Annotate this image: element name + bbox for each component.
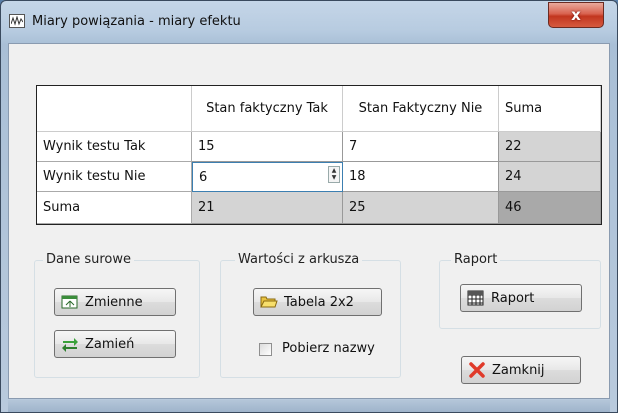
table-2x2-label: Tabela 2x2 [284, 294, 354, 310]
variables-label: Zmienne [85, 294, 143, 310]
close-icon: x [571, 6, 581, 24]
report-group: Raport Raport [439, 252, 601, 329]
close-dialog-button[interactable]: Zamknij [461, 356, 581, 384]
table-cell-input[interactable]: 18 [343, 162, 499, 192]
swap-label: Zamień [85, 336, 135, 352]
group-label: Wartości z arkusza [235, 252, 363, 267]
raw-data-group: Dane surowe Zmienne Zamień [34, 252, 200, 378]
spinner-control[interactable]: ▲ ▼ [328, 166, 340, 183]
cell-value[interactable]: 6 [199, 170, 207, 185]
row-sum-cell: 24 [499, 162, 601, 192]
row-sum-cell: 22 [499, 132, 601, 162]
dialog-window: Miary powiązania - miary efektu x Stan f… [0, 0, 618, 413]
report-label: Raport [491, 290, 535, 306]
spin-down-icon[interactable]: ▼ [329, 174, 339, 181]
title-bar[interactable]: Miary powiązania - miary efektu x [1, 1, 617, 43]
column-header: Stan faktyczny Tak [192, 86, 343, 132]
row-header: Wynik testu Nie [37, 162, 192, 192]
table-cell-input[interactable]: 7 [343, 132, 499, 162]
window-title: Miary powiązania - miary efektu [32, 14, 241, 29]
dialog-body: Stan faktyczny Tak Stan Faktyczny Nie Su… [8, 43, 610, 399]
app-icon [9, 14, 25, 28]
grid-table-icon [467, 290, 484, 306]
variables-button[interactable]: Zmienne [54, 288, 176, 316]
group-label: Raport [451, 252, 501, 267]
table-corner-cell [37, 86, 192, 132]
group-label: Dane surowe [43, 252, 135, 267]
fetch-names-label[interactable]: Pobierz nazwy [282, 341, 375, 356]
report-button[interactable]: Raport [460, 284, 582, 312]
column-header: Suma [499, 86, 601, 132]
row-header: Wynik testu Tak [37, 132, 192, 162]
window-bottom-frame [8, 400, 610, 412]
contingency-table: Stan faktyczny Tak Stan Faktyczny Nie Su… [36, 85, 602, 225]
variables-icon [61, 295, 78, 309]
swap-icon [62, 338, 78, 352]
sheet-values-group: Wartości z arkusza Tabela 2x2 Pobierz na… [220, 252, 401, 378]
spin-up-icon[interactable]: ▲ [329, 167, 339, 174]
window-close-button[interactable]: x [548, 2, 604, 28]
close-dialog-label: Zamknij [492, 362, 545, 378]
table-cell-spin-input[interactable]: 6 ▲ ▼ [192, 162, 343, 192]
column-sum-cell: 25 [343, 192, 499, 224]
folder-open-icon [260, 296, 278, 308]
total-sum-cell: 46 [499, 192, 601, 224]
swap-button[interactable]: Zamień [54, 330, 176, 358]
table-2x2-button[interactable]: Tabela 2x2 [253, 288, 382, 316]
fetch-names-checkbox[interactable] [259, 343, 272, 356]
close-x-icon [469, 362, 485, 378]
table-cell-input[interactable]: 15 [192, 132, 343, 162]
row-header: Suma [37, 192, 192, 224]
column-sum-cell: 21 [192, 192, 343, 224]
column-header: Stan Faktyczny Nie [343, 86, 499, 132]
